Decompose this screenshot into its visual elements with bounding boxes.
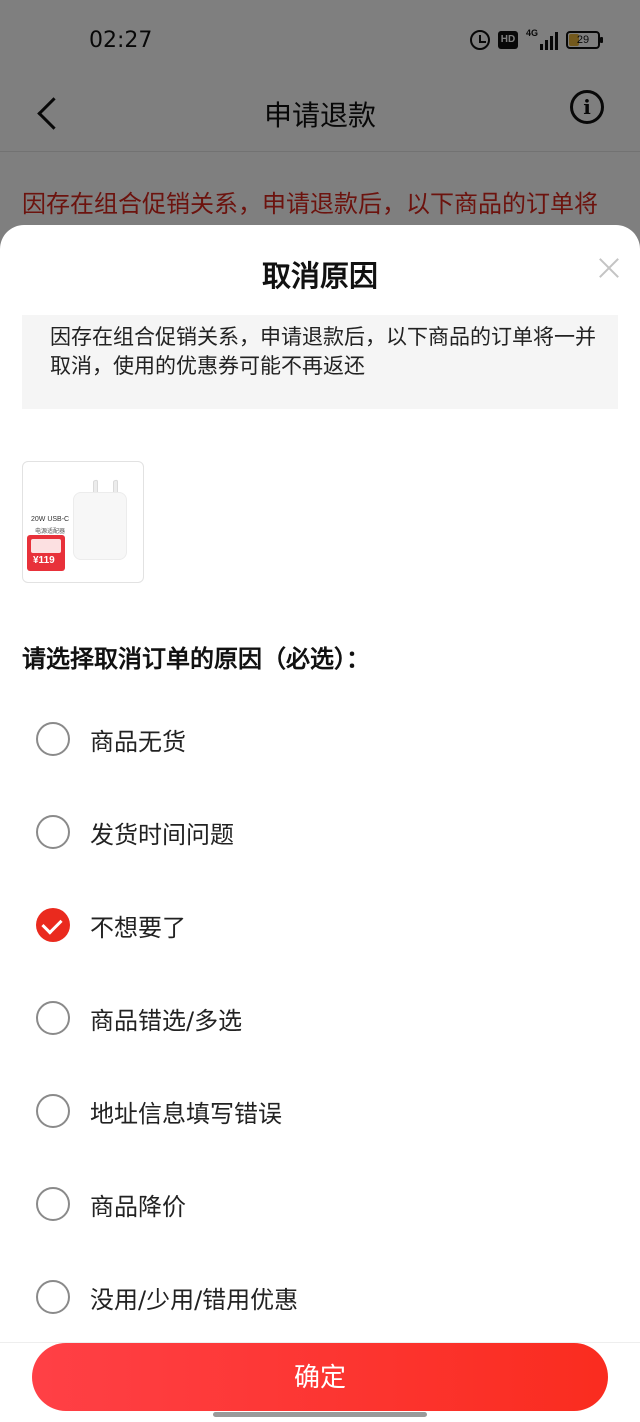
reason-label: 商品降价 — [90, 1193, 186, 1221]
product-thumbnail[interactable]: 20W USB-C 电源适配器 ¥119 — [22, 461, 144, 583]
reason-label: 商品无货 — [90, 728, 186, 756]
reason-option[interactable]: 发货时间问题 — [0, 801, 640, 861]
reason-option[interactable]: 没用/少用/错用优惠 — [0, 1266, 640, 1326]
reason-label: 不想要了 — [90, 914, 186, 942]
home-indicator — [213, 1412, 427, 1417]
reason-option[interactable]: 商品错选/多选 — [0, 987, 640, 1047]
reason-label: 没用/少用/错用优惠 — [90, 1286, 299, 1314]
reason-option[interactable]: 商品无货 — [0, 708, 640, 768]
radio-unchecked-icon[interactable] — [36, 1280, 70, 1314]
reason-option[interactable]: 不想要了 — [0, 894, 640, 954]
product-caption: 20W USB-C — [31, 516, 70, 523]
reason-label: 地址信息填写错误 — [90, 1100, 282, 1128]
close-icon[interactable] — [598, 257, 620, 279]
sheet-title: 取消原因 — [261, 259, 378, 293]
charger-image — [73, 492, 127, 560]
reason-label: 发货时间问题 — [90, 821, 234, 849]
confirm-button[interactable]: 确定 — [32, 1343, 608, 1411]
radio-unchecked-icon[interactable] — [36, 1094, 70, 1128]
radio-unchecked-icon[interactable] — [36, 815, 70, 849]
product-price: ¥119 — [33, 555, 55, 566]
reason-label: 商品错选/多选 — [90, 1007, 243, 1035]
radio-unchecked-icon[interactable] — [36, 1001, 70, 1035]
reason-heading: 请选择取消订单的原因（必选）： — [22, 645, 370, 673]
product-caption-sub: 电源适配器 — [35, 528, 66, 535]
radio-unchecked-icon[interactable] — [36, 722, 70, 756]
radio-unchecked-icon[interactable] — [36, 1187, 70, 1221]
radio-checked-icon[interactable] — [36, 908, 70, 942]
promotion-notice: 因存在组合促销关系，申请退款后，以下商品的订单将一并取消，使用的优惠券可能不再返… — [22, 315, 618, 409]
reason-option[interactable]: 商品降价 — [0, 1173, 640, 1233]
cancel-reason-sheet: 取消原因 因存在组合促销关系，申请退款后，以下商品的订单将一并取消，使用的优惠券… — [0, 225, 640, 1422]
reason-option[interactable]: 地址信息填写错误 — [0, 1080, 640, 1140]
